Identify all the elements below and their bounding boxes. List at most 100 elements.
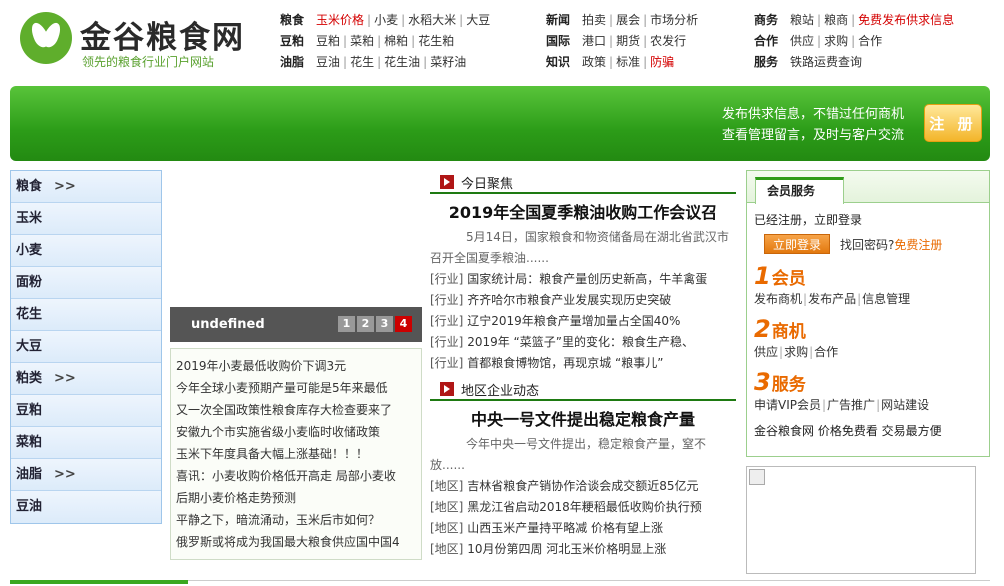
ad-image-box[interactable] <box>746 466 976 574</box>
notice-item[interactable]: 平静之下，暗流涌动，玉米后市如何？ <box>176 509 421 531</box>
nav-row-head[interactable]: 合作 <box>754 31 778 52</box>
sidebar-item[interactable]: 粕类 >> <box>11 363 161 395</box>
news-item[interactable]: [地区] 黑龙江省启动2018年粳稻最低收购价执行预 <box>430 497 736 518</box>
member-link[interactable]: 广告推广 <box>827 398 875 412</box>
member-block-links: 申请VIP会员|广告推广|网站建设 <box>754 396 989 414</box>
nav-row-head[interactable]: 新闻 <box>546 10 570 31</box>
nav-row: 商务 粮站 | 粮商 | 免费发布供求信息 <box>754 10 954 31</box>
sidebar-item[interactable]: 花生 <box>11 299 161 331</box>
member-link[interactable]: 合作 <box>814 345 838 359</box>
sidebar-item-label: 豆油 <box>16 499 43 514</box>
nav-link[interactable]: 粮站 <box>790 13 814 27</box>
member-link[interactable]: 求购 <box>784 345 808 359</box>
news-item[interactable]: [地区] 山西玉米产量持平略减 价格有望上涨 <box>430 518 736 539</box>
member-link[interactable]: 供应 <box>754 345 778 359</box>
slideshow-pager: 1234 <box>338 316 412 332</box>
member-link[interactable]: 发布商机 <box>754 292 802 306</box>
nav-link[interactable]: 农发行 <box>650 34 686 48</box>
news-item[interactable]: [行业] 首都粮食博物馆，再现京城 “粮事儿” <box>430 353 736 374</box>
nav-link[interactable]: 棉粕 <box>384 34 408 48</box>
slideshow-page-button[interactable]: 3 <box>376 316 393 332</box>
news-tag: [行业] <box>430 272 464 286</box>
notice-item[interactable]: 2019年小麦最低收购价下调3元 <box>176 355 421 377</box>
focus-headline[interactable]: 2019年全国夏季粮油收购工作会议召 <box>430 200 736 226</box>
notice-item[interactable]: 安徽九个市实施省级小麦临时收储政策 <box>176 421 421 443</box>
member-link[interactable]: 网站建设 <box>881 398 929 412</box>
nav-link[interactable]: 花生粕 <box>418 34 454 48</box>
slideshow-page-button[interactable]: 4 <box>395 316 412 332</box>
slideshow-page-button[interactable]: 2 <box>357 316 374 332</box>
nav-link[interactable]: 粮商 <box>824 13 848 27</box>
news-item[interactable]: [行业] 辽宁2019年粮食产量增加量占全国40% <box>430 311 736 332</box>
sidebar-item-label: 面粉 <box>16 275 43 290</box>
nav-row-head[interactable]: 粮食 <box>280 10 304 31</box>
nav-link[interactable]: 标准 <box>616 55 640 69</box>
notice-item[interactable]: 又一次全国政策性粮食库存大检查要来了 <box>176 399 421 421</box>
nav-link[interactable]: 防骗 <box>650 55 674 69</box>
nav-link[interactable]: 供应 <box>790 34 814 48</box>
nav-row-head[interactable]: 油脂 <box>280 52 304 73</box>
nav-link[interactable]: 拍卖 <box>582 13 606 27</box>
register-button[interactable]: 注 册 <box>924 104 982 142</box>
nav-link[interactable]: 玉米价格 <box>316 13 364 27</box>
notice-item[interactable]: 今年全球小麦预期产量可能是5年来最低 <box>176 377 421 399</box>
nav-row-head[interactable]: 知识 <box>546 52 570 73</box>
login-button[interactable]: 立即登录 <box>764 234 830 254</box>
region-headline[interactable]: 中央一号文件提出稳定粮食产量 <box>430 407 736 433</box>
sidebar-item[interactable]: 大豆 <box>11 331 161 363</box>
news-item[interactable]: [地区] 吉林省粮食产销协作洽谈会成交额近85亿元 <box>430 476 736 497</box>
sidebar-item[interactable]: 面粉 <box>11 267 161 299</box>
region-news-list: [地区] 吉林省粮食产销协作洽谈会成交额近85亿元 [地区] 黑龙江省启动2018… <box>430 476 736 560</box>
news-title: 山西玉米产量持平略减 价格有望上涨 <box>463 521 664 535</box>
member-link[interactable]: 信息管理 <box>862 292 910 306</box>
nav-link[interactable]: 菜籽油 <box>430 55 466 69</box>
nav-link[interactable]: 期货 <box>616 34 640 48</box>
notice-item[interactable]: 俄罗斯或将成为我国最大粮食供应国中国4 <box>176 531 421 553</box>
news-slideshow[interactable]: undefined 1234 <box>170 170 422 342</box>
sidebar-item[interactable]: 油脂 >> <box>11 459 161 491</box>
news-item[interactable]: [行业] 国家统计局：粮食产量创历史新高，牛羊禽蛋 <box>430 269 736 290</box>
nav-link[interactable]: 花生 <box>350 55 374 69</box>
nav-link[interactable]: 免费发布供求信息 <box>858 13 954 27</box>
sidebar-item[interactable]: 豆粕 <box>11 395 161 427</box>
news-item[interactable]: [地区] 10月份第四周 河北玉米价格明显上涨 <box>430 539 736 560</box>
site-logo[interactable]: 金谷粮食网 领先的粮食行业门户网站 <box>20 10 250 70</box>
notice-item[interactable]: 后期小麦价格走势预测 <box>176 487 421 509</box>
nav-row-head[interactable]: 服务 <box>754 52 778 73</box>
slideshow-page-button[interactable]: 1 <box>338 316 355 332</box>
sidebar-item[interactable]: 小麦 <box>11 235 161 267</box>
nav-separator: | <box>459 13 464 27</box>
notice-item[interactable]: 玉米下年度具备大幅上涨基础！！！ <box>176 443 421 465</box>
sidebar-item[interactable]: 菜粕 <box>11 427 161 459</box>
member-link[interactable]: 申请VIP会员 <box>754 398 821 412</box>
nav-link[interactable]: 市场分析 <box>650 13 698 27</box>
nav-link[interactable]: 豆油 <box>316 55 340 69</box>
sidebar-item[interactable]: 粮食 >> <box>11 171 161 203</box>
nav-link[interactable]: 合作 <box>858 34 882 48</box>
nav-link[interactable]: 求购 <box>824 34 848 48</box>
free-register-link[interactable]: 免费注册 <box>894 236 942 253</box>
nav-link[interactable]: 水稻大米 <box>408 13 456 27</box>
nav-link[interactable]: 政策 <box>582 55 606 69</box>
member-block-number: 2 <box>754 315 771 343</box>
news-item[interactable]: [行业] 齐齐哈尔市粮食产业发展实现历史突破 <box>430 290 736 311</box>
member-link[interactable]: 发布产品 <box>808 292 856 306</box>
notice-item[interactable]: 喜讯：小麦收购价格低开高走 局部小麦收 <box>176 465 421 487</box>
nav-link[interactable]: 花生油 <box>384 55 420 69</box>
sidebar-item[interactable]: 豆油 <box>11 491 161 523</box>
nav-row-head[interactable]: 豆粕 <box>280 31 304 52</box>
tab-member-service[interactable]: 会员服务 <box>755 177 844 204</box>
nav-link[interactable]: 展会 <box>616 13 640 27</box>
nav-row-head[interactable]: 国际 <box>546 31 570 52</box>
sidebar-item[interactable]: 玉米 <box>11 203 161 235</box>
nav-link[interactable]: 小麦 <box>374 13 398 27</box>
nav-link[interactable]: 豆粕 <box>316 34 340 48</box>
nav-link[interactable]: 菜粕 <box>350 34 374 48</box>
nav-row-head[interactable]: 商务 <box>754 10 778 31</box>
nav-link[interactable]: 港口 <box>582 34 606 48</box>
nav-link[interactable]: 铁路运费查询 <box>790 55 862 69</box>
news-item[interactable]: [行业] 2019年 “菜篮子”里的变化：粮食生产稳、 <box>430 332 736 353</box>
news-tag: [行业] <box>430 314 464 328</box>
nav-link[interactable]: 大豆 <box>466 13 490 27</box>
forgot-password-link[interactable]: 找回密码? <box>840 236 894 253</box>
